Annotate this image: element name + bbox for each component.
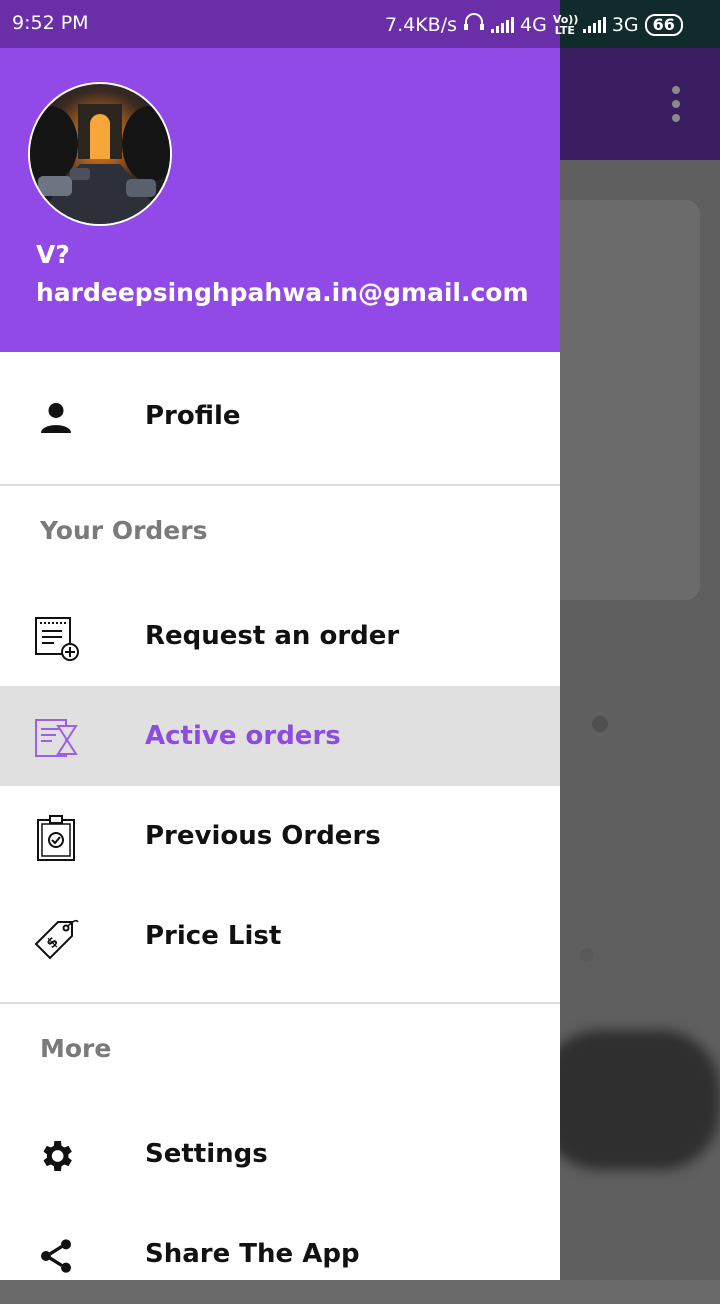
menu-item-label: Share The App: [145, 1239, 360, 1269]
network-type-1: 4G: [520, 13, 547, 36]
background-shape: [592, 716, 608, 732]
divider: [0, 484, 560, 486]
navigation-drawer: V? hardeepsinghpahwa.in@gmail.com Profil…: [0, 0, 560, 1280]
menu-item-label: Settings: [145, 1139, 268, 1169]
share-icon: [32, 1232, 80, 1280]
document-add-icon: [32, 614, 80, 662]
signal-icon: [491, 16, 515, 33]
menu-item-price-list[interactable]: $ Price List: [0, 886, 560, 986]
status-icons: 7.4KB/s 4G Vo)) LTE 3G 66: [385, 12, 683, 37]
user-name: V?: [36, 240, 70, 269]
status-time: 9:52 PM: [12, 12, 89, 34]
section-header-more: More: [40, 1034, 112, 1063]
menu-item-label: Request an order: [145, 621, 400, 651]
background-shape: [580, 948, 594, 962]
menu-item-previous-orders[interactable]: Previous Orders: [0, 786, 560, 886]
menu-item-label: Price List: [145, 921, 282, 951]
menu-item-active-orders[interactable]: Active orders: [0, 686, 560, 786]
menu-item-request-order[interactable]: Request an order: [0, 586, 560, 686]
hourglass-document-icon: [32, 714, 80, 762]
section-header-orders: Your Orders: [40, 516, 208, 545]
background-shape: [540, 1030, 720, 1170]
clipboard-check-icon: [32, 814, 80, 862]
battery-icon: 66: [644, 13, 683, 36]
volte-indicator: Vo)) LTE: [552, 12, 579, 37]
menu-item-profile[interactable]: Profile: [0, 366, 560, 466]
user-email: hardeepsinghpahwa.in@gmail.com: [36, 278, 529, 307]
headset-icon: [463, 12, 485, 37]
network-speed: 7.4KB/s: [385, 13, 458, 36]
status-bar: 9:52 PM 7.4KB/s 4G Vo)) LTE 3G 66: [0, 0, 720, 48]
divider: [0, 1002, 560, 1004]
person-icon: [32, 394, 80, 442]
menu-item-label: Active orders: [145, 721, 341, 751]
signal-icon-2: [582, 16, 606, 33]
overflow-menu-icon: [670, 86, 682, 126]
network-type-2: 3G: [611, 13, 639, 36]
menu-item-label: Profile: [145, 401, 241, 431]
menu-item-share-app[interactable]: Share The App: [0, 1204, 560, 1304]
menu-item-label: Previous Orders: [145, 821, 381, 851]
battery-level: 66: [652, 15, 675, 34]
gear-icon: [32, 1132, 80, 1180]
menu-item-settings[interactable]: Settings: [0, 1104, 560, 1204]
avatar[interactable]: [28, 82, 172, 226]
price-tag-icon: $: [32, 914, 80, 962]
